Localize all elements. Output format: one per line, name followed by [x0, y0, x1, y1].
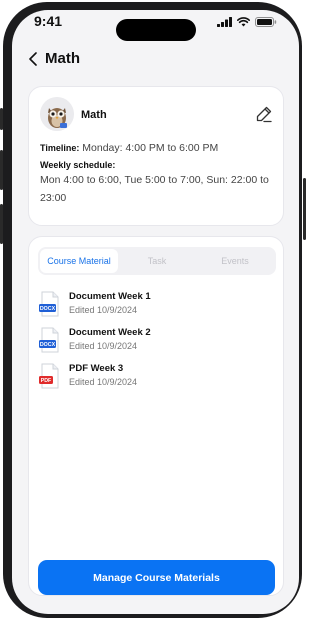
- tab-task[interactable]: Task: [118, 249, 196, 273]
- tab-course-material[interactable]: Course Material: [40, 249, 118, 273]
- file-type-label: DOCX: [40, 306, 56, 312]
- dynamic-island: [116, 19, 196, 41]
- edit-course-button[interactable]: [255, 105, 273, 123]
- document-title: Document Week 1: [69, 291, 151, 302]
- course-name: Math: [81, 109, 107, 121]
- timeline-row: Timeline: Monday: 4:00 PM to 6:00 PM: [40, 142, 218, 154]
- file-type-label: DOCX: [40, 342, 56, 348]
- weekly-schedule-value: Mon 4:00 to 6:00, Tue 5:00 to 7:00, Sun:…: [40, 174, 269, 204]
- status-time: 9:41: [34, 13, 63, 29]
- document-edited: Edited 10/9/2024: [69, 341, 138, 351]
- chevron-left-icon: [29, 52, 37, 66]
- document-item[interactable]: PDF PDF Week 3 Edited 10/9/2024: [39, 359, 275, 395]
- materials-card: Course Material Task Events DOCX Documen…: [28, 236, 284, 596]
- tab-events[interactable]: Events: [196, 249, 274, 273]
- tab-bar: Course Material Task Events: [38, 247, 276, 275]
- page-title: Math: [45, 50, 80, 67]
- pdf-file-icon: PDF: [39, 363, 59, 389]
- document-edited: Edited 10/9/2024: [69, 305, 138, 315]
- document-item[interactable]: DOCX Document Week 2 Edited 10/9/2024: [39, 323, 275, 359]
- status-icons: [217, 17, 277, 27]
- owl-icon: [40, 97, 74, 131]
- screen: 9:41 Math Math Timeline: Monday: 4:00 PM…: [12, 10, 299, 614]
- weekly-schedule-label: Weekly schedule:: [40, 160, 116, 170]
- timeline-label: Timeline:: [40, 143, 80, 153]
- document-item[interactable]: DOCX Document Week 1 Edited 10/9/2024: [39, 287, 275, 323]
- back-button[interactable]: [24, 50, 42, 68]
- docx-file-icon: DOCX: [39, 291, 59, 317]
- phone-frame: 9:41 Math Math Timeline: Monday: 4:00 PM…: [3, 2, 302, 618]
- signal-icon: [217, 17, 232, 27]
- course-info-card: Math Timeline: Monday: 4:00 PM to 6:00 P…: [28, 86, 284, 226]
- power-button: [303, 178, 306, 240]
- document-title: Document Week 2: [69, 327, 151, 338]
- file-type-label: PDF: [41, 378, 52, 384]
- document-title: PDF Week 3: [69, 363, 124, 374]
- wifi-icon: [237, 17, 250, 27]
- docx-file-icon: DOCX: [39, 327, 59, 353]
- timeline-value: Monday: 4:00 PM to 6:00 PM: [82, 142, 219, 154]
- document-list: DOCX Document Week 1 Edited 10/9/2024 DO…: [39, 287, 275, 395]
- phone-device: 9:41 Math Math Timeline: Monday: 4:00 PM…: [0, 0, 306, 620]
- pencil-icon: [256, 106, 272, 123]
- manage-course-materials-button[interactable]: Manage Course Materials: [38, 560, 275, 595]
- battery-icon: [255, 17, 277, 27]
- course-avatar: [40, 97, 74, 131]
- document-edited: Edited 10/9/2024: [69, 377, 138, 387]
